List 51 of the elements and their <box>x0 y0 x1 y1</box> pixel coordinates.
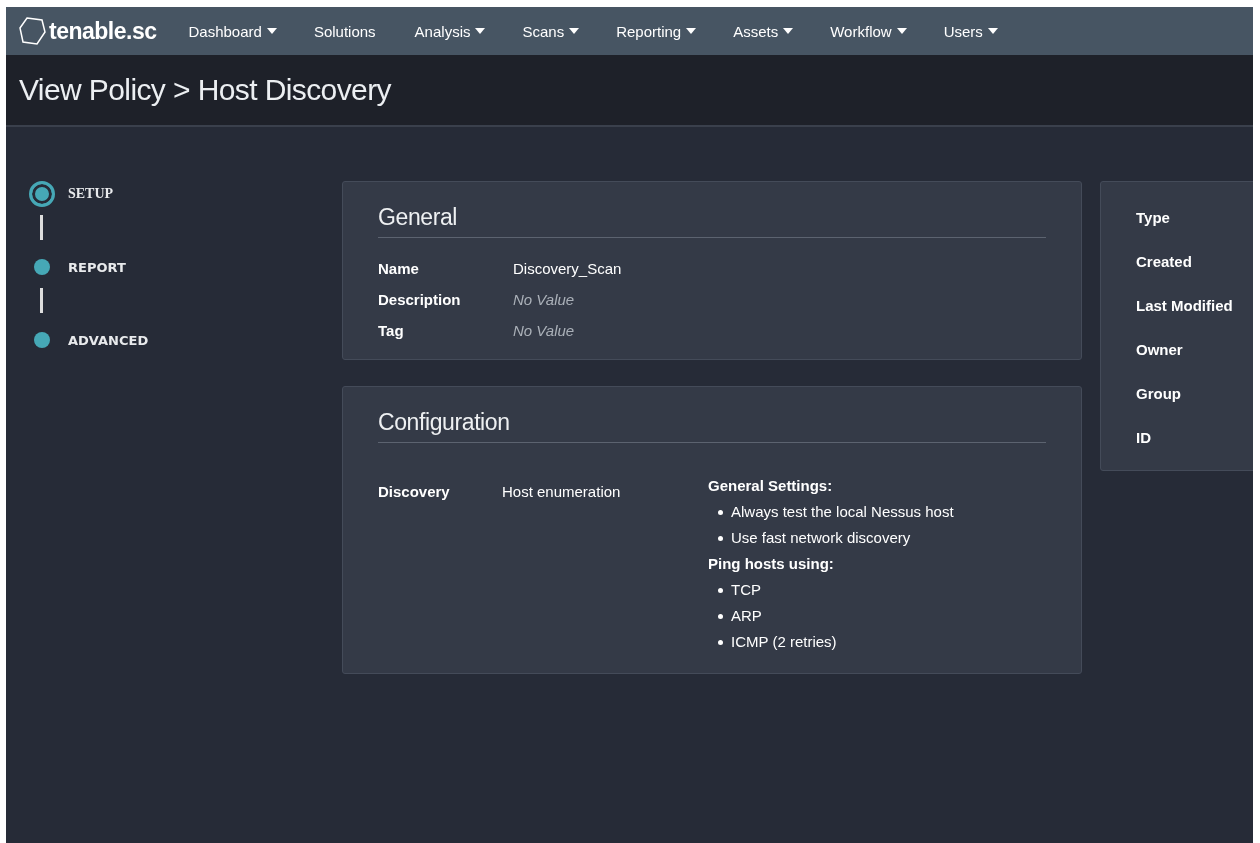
step-link[interactable]: REPORT <box>68 259 126 275</box>
setting-item: Use fast network discovery <box>731 528 911 548</box>
field-label: Description <box>378 291 462 308</box>
caret-icon <box>987 28 998 34</box>
field-value: Host enumeration <box>502 483 622 500</box>
nav-menu-item[interactable]: Solutions <box>313 22 376 40</box>
nav-menu-item[interactable]: Reporting <box>616 22 697 40</box>
nav-menu-item[interactable]: Analysis <box>414 22 486 40</box>
page-title: View Policy > Host Discovery <box>19 73 391 107</box>
bullet-icon <box>718 535 723 541</box>
bullet-icon <box>718 509 723 515</box>
detail-label: Created <box>1136 252 1193 272</box>
caret-icon <box>475 28 486 34</box>
panel-title: Configuration <box>378 409 1046 443</box>
step-link[interactable]: ADVANCED <box>68 332 149 348</box>
detail-label: Owner <box>1136 340 1184 360</box>
field-label: Tag <box>378 322 405 339</box>
caret-icon <box>266 28 277 34</box>
nav-menu-item[interactable]: Workflow <box>830 22 907 40</box>
field-value: No Value <box>513 322 575 339</box>
setting-item: ICMP (2 retries) <box>731 632 837 652</box>
detail-label: Group <box>1136 384 1182 404</box>
step-link[interactable]: SETUP <box>68 186 114 202</box>
logo-text[interactable]: tenable.sc <box>49 17 157 45</box>
field-label: Discovery <box>378 483 451 500</box>
nav-menu-item[interactable]: Dashboard <box>188 22 277 40</box>
bullet-icon <box>718 587 723 593</box>
detail-label: Type <box>1136 208 1171 228</box>
caret-icon <box>686 28 697 34</box>
nav-menu-item[interactable]: Assets <box>733 22 794 40</box>
field-label: Name <box>378 260 420 277</box>
caret-icon <box>896 28 907 34</box>
hexagon-logo-icon <box>18 16 46 46</box>
setting-item: TCP <box>731 580 761 600</box>
nav-menu-item[interactable]: Scans <box>522 22 580 40</box>
detail-label: Last Modified <box>1136 296 1234 316</box>
field-value: No Value <box>513 291 575 308</box>
caret-icon <box>569 28 580 34</box>
field-value: Discovery_Scan <box>513 260 622 277</box>
bullet-icon <box>718 613 723 619</box>
nav-menu-item[interactable]: Users <box>943 22 998 40</box>
step-connector <box>40 215 43 240</box>
setting-item: ARP <box>731 606 762 626</box>
panel-title: General <box>378 204 1046 238</box>
settings-heading: General Settings: <box>708 476 834 496</box>
bullet-icon <box>718 639 723 645</box>
detail-label: ID <box>1136 428 1152 448</box>
setting-item: Always test the local Nessus host <box>731 502 954 522</box>
step-connector <box>40 288 43 313</box>
caret-icon <box>783 28 794 34</box>
settings-heading: Ping hosts using: <box>708 554 835 574</box>
